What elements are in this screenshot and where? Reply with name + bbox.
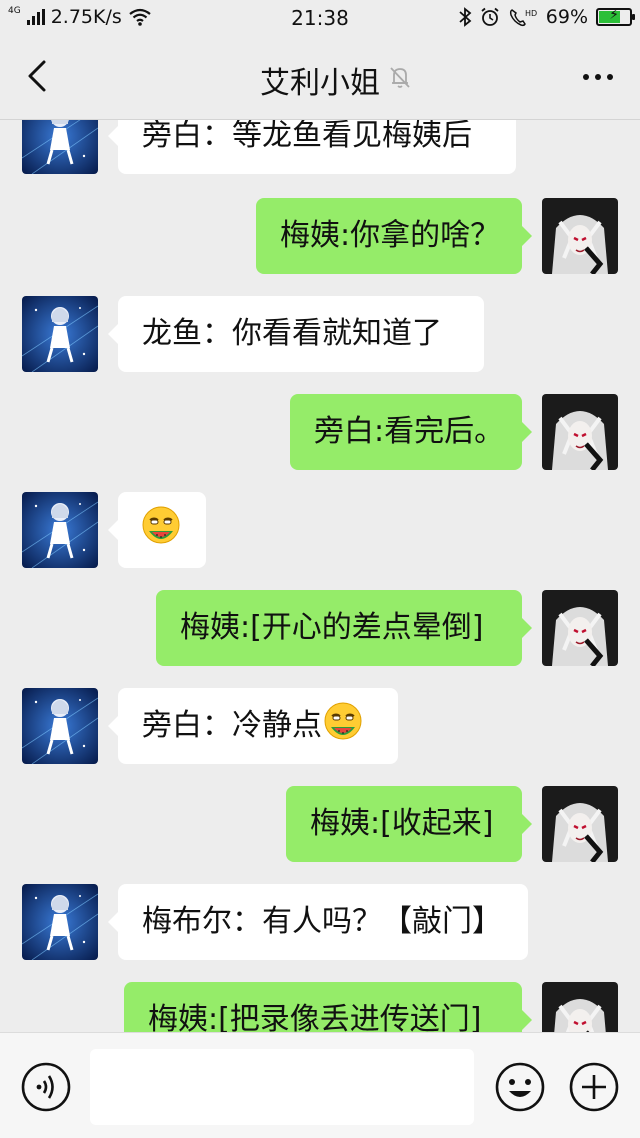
my-avatar[interactable] (542, 394, 618, 470)
message-text: 旁白：等龙鱼看见梅姨后 (142, 120, 472, 153)
message-row: 梅姨:[把录像丢进传送门] (0, 982, 640, 1032)
incoming-bubble[interactable] (108, 492, 206, 568)
message-row: 龙鱼：你看看就知道了 (0, 296, 640, 372)
my-avatar[interactable] (542, 198, 618, 274)
message-row: 旁白：等龙鱼看见梅姨后 (0, 120, 640, 174)
incoming-bubble[interactable]: 旁白：冷静点 (108, 688, 398, 764)
outgoing-bubble[interactable]: 梅姨:[收起来] (286, 786, 532, 862)
message-text: 梅姨:[开心的差点晕倒] (180, 610, 484, 645)
alarm-icon (481, 7, 499, 26)
message-row: 旁白：冷静点 (0, 688, 640, 764)
message-text: 梅姨:[收起来] (310, 806, 494, 841)
message-row: 旁白:看完后。 (0, 394, 640, 470)
my-avatar[interactable] (542, 786, 618, 862)
grinning-melon-emoji (142, 506, 180, 544)
message-text: 梅姨:[把录像丢进传送门] (148, 1002, 482, 1032)
outgoing-bubble[interactable]: 梅姨:你拿的啥？ (256, 198, 532, 274)
message-text: 旁白：冷静点 (142, 708, 322, 743)
chat-title: 艾利小姐 (260, 66, 380, 101)
message-text: 龙鱼：你看看就知道了 (142, 316, 442, 351)
contact-avatar[interactable] (22, 884, 98, 960)
ellipsis-icon[interactable] (578, 62, 618, 92)
outgoing-bubble[interactable]: 梅姨:[把录像丢进传送门] (124, 982, 532, 1032)
bluetooth-icon (459, 7, 472, 27)
message-row: 梅姨:[开心的差点晕倒] (0, 590, 640, 666)
message-input[interactable] (90, 1049, 474, 1125)
incoming-bubble[interactable]: 梅布尔：有人吗？【敲门】 (108, 884, 528, 960)
grinning-melon-emoji (324, 702, 362, 740)
contact-avatar[interactable] (22, 688, 98, 764)
battery-icon: ⚡ (596, 7, 635, 26)
hd-call-icon: HD (509, 9, 537, 27)
contact-avatar[interactable] (22, 120, 98, 174)
message-text: 梅布尔：有人吗？【敲门】 (142, 904, 502, 939)
contact-avatar[interactable] (22, 492, 98, 568)
svg-text:HD: HD (525, 9, 537, 18)
incoming-bubble[interactable]: 龙鱼：你看看就知道了 (108, 296, 484, 372)
smiley-icon[interactable] (494, 1061, 546, 1113)
battery-percent: 69% (545, 6, 588, 28)
input-bar (0, 1032, 640, 1138)
incoming-bubble[interactable]: 旁白：等龙鱼看见梅姨后 (108, 120, 516, 174)
voice-icon[interactable] (20, 1061, 72, 1113)
my-avatar[interactable] (542, 590, 618, 666)
bell-off-icon (390, 67, 410, 88)
message-row: 梅布尔：有人吗？【敲门】 (0, 884, 640, 960)
message-text: 旁白:看完后。 (314, 414, 505, 449)
message-list[interactable]: 旁白：等龙鱼看见梅姨后梅姨:你拿的啥？ 龙鱼：你看看就知道了旁白:看完后。梅姨:[… (0, 120, 640, 1032)
message-row (0, 492, 640, 568)
outgoing-bubble[interactable]: 梅姨:[开心的差点晕倒] (156, 590, 532, 666)
status-right: HD 69% ⚡ (458, 6, 635, 28)
chat-header: 艾利小姐 (0, 34, 640, 120)
outgoing-bubble[interactable]: 旁白:看完后。 (290, 394, 532, 470)
my-avatar[interactable] (542, 982, 618, 1032)
message-row: 梅姨:你拿的啥？ (0, 198, 640, 274)
plus-circle-icon[interactable] (568, 1061, 620, 1113)
contact-avatar[interactable] (22, 296, 98, 372)
status-bar: 4G 2.75K/s 21:38 HD 69% ⚡ (0, 0, 640, 34)
message-row: 梅姨:[收起来] (0, 786, 640, 862)
message-text: 梅姨:你拿的啥？ (280, 218, 501, 253)
